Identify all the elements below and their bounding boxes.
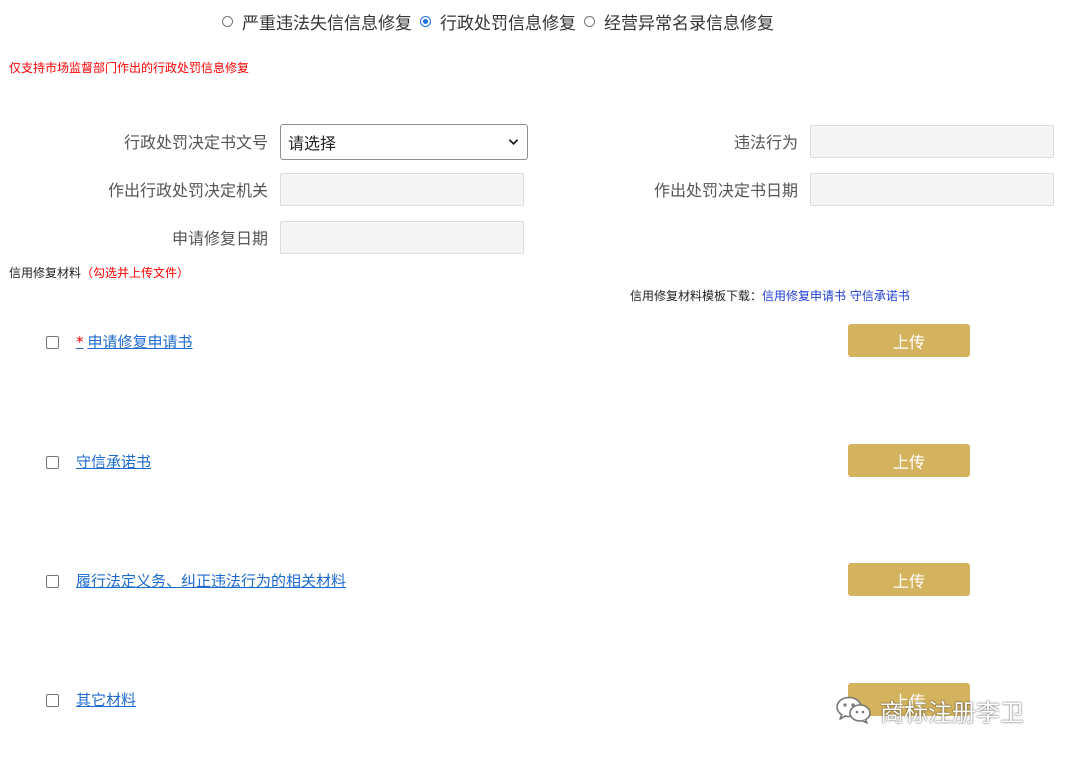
radio-admin-penalty-label: 行政处罚信息修复 xyxy=(440,13,576,34)
radio-serious-violation-circle[interactable] xyxy=(222,15,233,27)
repair-type-radio-group: 严重违法失信信息修复 行政处罚信息修复 经营异常名录信息修复 xyxy=(222,9,782,34)
template-download-label: 信用修复材料模板下载： xyxy=(630,289,763,303)
decision-date-label: 作出处罚决定书日期 xyxy=(653,181,798,200)
radio-serious-violation[interactable]: 严重违法失信信息修复 xyxy=(222,9,416,34)
required-mark: * xyxy=(76,333,84,351)
chevron-down-icon xyxy=(508,139,519,145)
illegal-act-label: 违法行为 xyxy=(733,133,798,152)
illegal-act-field[interactable] xyxy=(810,125,1054,158)
upload-button-application[interactable]: 上传 xyxy=(848,324,970,357)
upload-button-obligations[interactable]: 上传 xyxy=(848,563,970,596)
authority-field[interactable] xyxy=(280,173,524,206)
material-checkbox-other[interactable] xyxy=(46,694,59,707)
radio-admin-penalty-circle[interactable] xyxy=(420,15,431,27)
material-link-application[interactable]: * 申请修复申请书 xyxy=(76,331,193,352)
material-checkbox-application[interactable] xyxy=(46,336,59,349)
materials-title-text: 信用修复材料 xyxy=(9,266,82,280)
apply-date-label: 申请修复日期 xyxy=(171,229,268,248)
authority-label: 作出行政处罚决定机关 xyxy=(107,181,268,200)
radio-admin-penalty[interactable]: 行政处罚信息修复 xyxy=(420,9,580,34)
scope-notice: 仅支持市场监督部门作出的行政处罚信息修复 xyxy=(9,61,250,75)
radio-abnormal-list-label: 经营异常名录信息修复 xyxy=(604,13,774,34)
material-checkbox-commitment[interactable] xyxy=(46,456,59,469)
radio-abnormal-list[interactable]: 经营异常名录信息修复 xyxy=(584,9,778,34)
apply-date-field[interactable] xyxy=(280,221,524,254)
decision-no-label: 行政处罚决定书文号 xyxy=(123,133,268,152)
radio-abnormal-list-circle[interactable] xyxy=(584,15,595,27)
material-link-obligations[interactable]: 履行法定义务、纠正违法行为的相关材料 xyxy=(76,570,346,591)
template-download: 信用修复材料模板下载：信用修复申请书 守信承诺书 xyxy=(630,287,910,304)
decision-no-select[interactable]: 请选择 xyxy=(280,124,528,160)
upload-button-other[interactable]: 上传 xyxy=(848,683,970,716)
upload-button-commitment[interactable]: 上传 xyxy=(848,444,970,477)
radio-serious-violation-label: 严重违法失信信息修复 xyxy=(242,13,412,34)
decision-date-field[interactable] xyxy=(810,173,1054,206)
material-link-other[interactable]: 其它材料 xyxy=(76,689,136,710)
template-link-commitment[interactable]: 守信承诺书 xyxy=(850,289,910,303)
material-checkbox-obligations[interactable] xyxy=(46,575,59,588)
decision-no-select-value: 请选择 xyxy=(288,134,337,153)
materials-hint-text: （勾选并上传文件） xyxy=(81,266,190,280)
material-label-application: 申请修复申请书 xyxy=(87,333,193,351)
material-link-commitment[interactable]: 守信承诺书 xyxy=(76,451,151,472)
template-link-application[interactable]: 信用修复申请书 xyxy=(762,289,846,303)
materials-section-title: 信用修复材料（勾选并上传文件） xyxy=(9,264,189,281)
